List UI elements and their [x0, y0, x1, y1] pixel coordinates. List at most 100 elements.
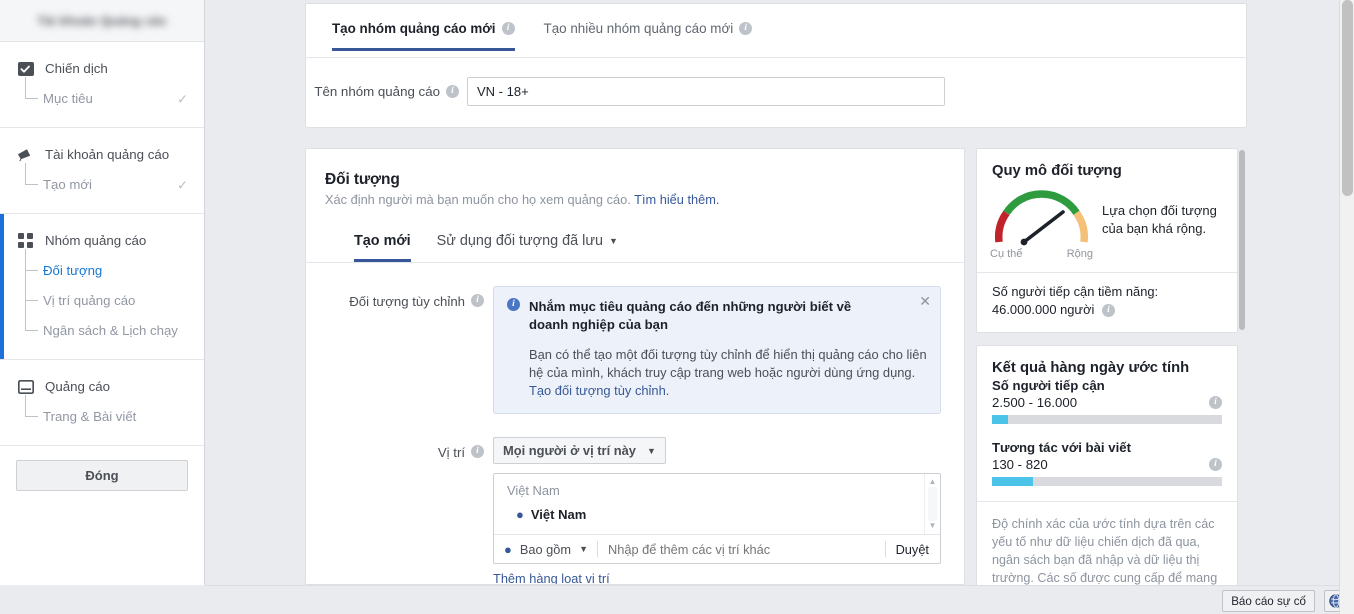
ad-frame-icon	[17, 378, 34, 395]
info-icon[interactable]: i	[471, 294, 484, 307]
sidebar-group-ad-account: Tài khoản quảng cáo Tạo mới ✓	[0, 128, 204, 214]
info-icon: i	[507, 298, 520, 311]
location-row: Vị trí i Mọi người ở vị trí này ▼ Việt N…	[306, 414, 964, 585]
metric-name: Tương tác với bài viết	[992, 440, 1222, 455]
notice-body: Bạn có thể tạo một đối tượng tùy chỉnh đ…	[529, 346, 927, 400]
scrollbar-thumb[interactable]	[1342, 0, 1353, 196]
info-icon[interactable]: i	[1209, 396, 1222, 409]
creation-mode-tabs: Tạo nhóm quảng cáo mới i Tạo nhiều nhóm …	[306, 4, 1246, 58]
location-box: Việt Nam ● Việt Nam ▲ ▼	[493, 473, 941, 564]
custom-audience-label: Đối tượng tùy chỉnh	[349, 294, 465, 309]
sidebar-subitem-label: Ngân sách & Lịch chạy	[43, 323, 178, 338]
account-name-redacted: Tài khoản Quảng cáo	[38, 14, 167, 28]
audience-description: Xác định người mà bạn muốn cho họ xem qu…	[325, 192, 631, 207]
potential-reach-text: Số người tiếp cận tiềm năng: 46.000.000 …	[992, 284, 1158, 317]
scrollbar-thumb[interactable]	[1239, 150, 1245, 330]
bottom-left-strip	[0, 585, 205, 614]
metric-bar-fill	[992, 415, 1008, 424]
daily-results-disclaimer: Độ chính xác của ước tính dựa trên các y…	[977, 502, 1237, 585]
metric-value-row: 2.500 - 16.000 i	[992, 395, 1222, 410]
location-search-input[interactable]	[598, 542, 885, 557]
metric-value-row: 130 - 820 i	[992, 457, 1222, 472]
close-button[interactable]: Đóng	[16, 460, 188, 491]
location-list-item[interactable]: ● Việt Nam	[494, 498, 940, 522]
create-custom-audience-link[interactable]: Tạo đối tượng tùy chỉnh.	[529, 383, 669, 398]
tree-connector	[25, 265, 38, 331]
include-exclude-select[interactable]: ● Bao gồm ▼	[494, 542, 597, 557]
location-group-label: Việt Nam	[494, 483, 940, 498]
check-icon: ✓	[177, 92, 188, 105]
chevron-down-icon: ▼	[579, 544, 588, 554]
tab-label: Tạo nhiều nhóm quảng cáo mới	[544, 21, 734, 36]
notice-heading-row: i Nhắm mục tiêu quảng cáo đến những ngườ…	[507, 298, 927, 334]
info-icon[interactable]: i	[502, 22, 515, 35]
audience-card: Đối tượng Xác định người mà bạn muốn cho…	[305, 148, 965, 585]
metric-bar-track	[992, 415, 1222, 424]
sidebar-subitem-label: Tạo mới	[43, 177, 92, 192]
bulk-add-locations-link[interactable]: Thêm hàng loạt vị trí	[493, 571, 610, 585]
notice-body-text: Bạn có thể tạo một đối tượng tùy chỉnh đ…	[529, 347, 927, 380]
location-item-label: Việt Nam	[531, 507, 586, 522]
tab-create-multiple-ad-sets[interactable]: Tạo nhiều nhóm quảng cáo mới i	[544, 21, 753, 51]
gauge-icon	[989, 187, 1094, 247]
audience-size-summary: Lựa chọn đối tượng của bạn khá rộng.	[1102, 187, 1222, 238]
ad-set-name-input[interactable]	[467, 77, 945, 106]
audience-size-header: Quy mô đối tượng	[977, 149, 1237, 179]
tab-create-single-ad-set[interactable]: Tạo nhóm quảng cáo mới i	[332, 21, 515, 51]
tab-create-new-audience[interactable]: Tạo mới	[354, 233, 411, 262]
report-problem-button[interactable]: Báo cáo sự cố	[1222, 590, 1315, 612]
daily-results-card: Kết quả hàng ngày ước tính Số người tiếp…	[976, 345, 1238, 585]
sidebar-subitem-objective[interactable]: Mục tiêu ✓	[0, 86, 204, 111]
daily-results-title: Kết quả hàng ngày ước tính	[992, 360, 1222, 376]
metric-bar-track	[992, 477, 1222, 486]
scroll-up-icon[interactable]: ▲	[929, 478, 937, 486]
location-list-scrollbar[interactable]: ▲ ▼	[924, 474, 940, 534]
location-input-row: ● Bao gồm ▼ Duyệt	[494, 534, 940, 563]
ad-set-creation-card: Tạo nhóm quảng cáo mới i Tạo nhiều nhóm …	[305, 3, 1247, 128]
browse-button[interactable]: Duyệt	[886, 542, 940, 557]
info-icon[interactable]: i	[739, 22, 752, 35]
sidebar-item-label: Nhóm quảng cáo	[45, 233, 146, 248]
left-sidebar: Tài khoản Quảng cáo Chiến dịch Mục tiêu …	[0, 0, 205, 585]
audience-description-wrap: Xác định người mà bạn muốn cho họ xem qu…	[325, 192, 964, 207]
metric-engagement: Tương tác với bài viết 130 - 820 i	[992, 440, 1222, 486]
audience-header: Đối tượng Xác định người mà bạn muốn cho…	[306, 149, 964, 207]
sidebar-item-label: Chiến dịch	[45, 61, 108, 76]
sidebar-footer: Đóng	[0, 446, 204, 491]
info-icon[interactable]: i	[446, 85, 459, 98]
location-label: Vị trí	[438, 445, 465, 460]
sidebar-subitem-create-new[interactable]: Tạo mới ✓	[0, 172, 204, 197]
chevron-down-icon: ▼	[647, 446, 656, 456]
audience-title: Đối tượng	[325, 171, 964, 189]
metric-bar-fill	[992, 477, 1033, 486]
megaphone-icon	[17, 146, 34, 163]
close-icon[interactable]: ✕	[919, 294, 931, 308]
location-controls: Mọi người ở vị trí này ▼ Việt Nam ● Việt…	[493, 437, 941, 585]
gauge-label-specific: Cụ thể	[990, 248, 1022, 260]
right-panel-scrollbar[interactable]	[1239, 150, 1246, 585]
sidebar-subitem-page-post[interactable]: Trang & Bài viết	[0, 404, 204, 429]
location-pin-icon: ●	[516, 508, 524, 521]
info-icon[interactable]: i	[1209, 458, 1222, 471]
sidebar-subitem-budget-schedule[interactable]: Ngân sách & Lịch chạy	[0, 318, 204, 343]
custom-audience-label-wrap: Đối tượng tùy chỉnh i	[306, 286, 493, 414]
right-panel: Quy mô đối tượng Cụ thể Rộng	[976, 148, 1238, 585]
sidebar-group-campaign: Chiến dịch Mục tiêu ✓	[0, 42, 204, 128]
tree-connector	[25, 77, 38, 99]
learn-more-link[interactable]: Tìm hiểu thêm.	[634, 192, 719, 207]
sidebar-subitem-label: Vị trí quảng cáo	[43, 293, 135, 308]
tab-use-saved-audience[interactable]: Sử dụng đối tượng đã lưu ▼	[437, 233, 618, 262]
sidebar-subitem-label: Trang & Bài viết	[43, 409, 136, 424]
info-icon[interactable]: i	[471, 445, 484, 458]
ad-set-name-row: Tên nhóm quảng cáo i	[306, 58, 1246, 106]
audience-size-gauge-row: Cụ thể Rộng Lựa chọn đối tượng của bạn k…	[977, 179, 1237, 266]
gauge-labels: Cụ thể Rộng	[989, 248, 1094, 260]
scroll-down-icon[interactable]: ▼	[929, 522, 937, 530]
location-type-select[interactable]: Mọi người ở vị trí này ▼	[493, 437, 666, 464]
sidebar-group-ad-set: Nhóm quảng cáo Đối tượng Vị trí quảng cá…	[0, 214, 204, 360]
metric-value: 130 - 820	[992, 457, 1048, 472]
info-icon[interactable]: i	[1102, 304, 1115, 317]
bottom-bar: Báo cáo sự cố	[0, 585, 1354, 614]
page-scrollbar[interactable]	[1339, 0, 1354, 614]
location-pin-icon: ●	[504, 543, 512, 556]
